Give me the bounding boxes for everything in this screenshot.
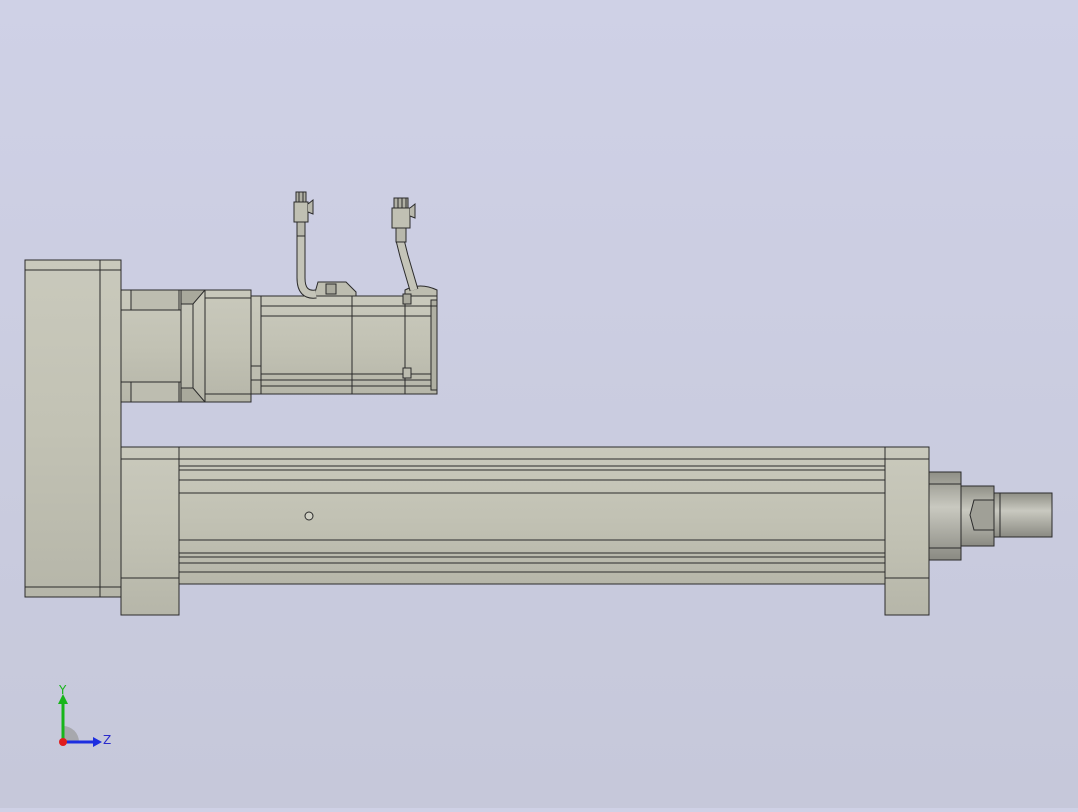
y-axis-label: Y [58, 684, 67, 697]
mount-plate[interactable] [24, 259, 122, 598]
encoder-connector[interactable] [391, 197, 416, 229]
x-axis-dot [59, 738, 67, 746]
gearbox[interactable] [120, 289, 252, 403]
coordinate-triad: Y Z [48, 683, 118, 754]
actuator-rear-cap[interactable] [120, 446, 180, 616]
encoder-cable[interactable] [395, 227, 419, 292]
z-axis-label: Z [103, 733, 111, 747]
actuator-front-cap[interactable] [884, 446, 930, 616]
cad-model-view [24, 191, 1053, 616]
power-cable[interactable] [296, 221, 317, 299]
rod-end[interactable] [928, 471, 1053, 561]
z-axis-head [93, 737, 102, 747]
actuator-body[interactable] [178, 446, 886, 585]
cad-viewport[interactable]: Y Z [0, 0, 1078, 808]
servo-motor[interactable] [250, 281, 438, 395]
power-connector[interactable] [293, 191, 314, 223]
